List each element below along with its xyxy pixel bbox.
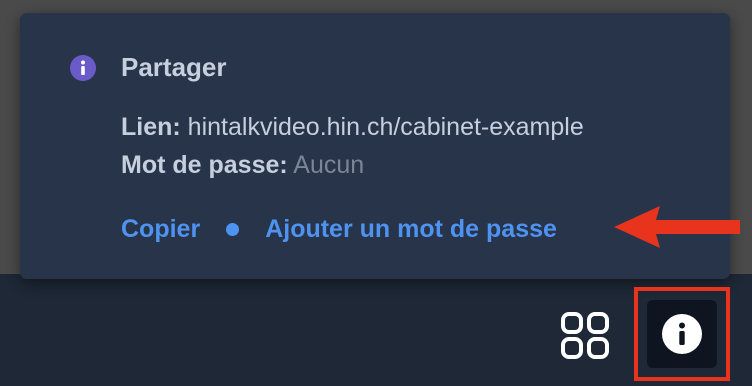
grid-view-icon [561,312,609,359]
info-button[interactable] [647,300,717,368]
grid-view-button[interactable] [560,312,612,360]
separator-dot [226,222,240,236]
password-label: Mot de passe: [121,151,288,179]
popup-actions: Copier Ajouter un mot de passe [121,212,557,246]
password-row: Mot de passe: Aucun [121,151,364,180]
info-button-highlight [634,287,730,381]
annotation-arrow [614,206,740,248]
link-label: Lien: [121,113,181,141]
popup-title: Partager [121,52,227,82]
link-value: hintalkvideo.hin.ch/cabinet-example [187,113,584,141]
copy-link[interactable]: Copier [121,215,200,244]
info-circle-icon [70,55,96,81]
password-value: Aucun [293,151,365,179]
add-password-link[interactable]: Ajouter un mot de passe [265,215,557,244]
info-circle-icon [662,314,702,354]
link-row: Lien: hintalkvideo.hin.ch/cabinet-exampl… [121,113,584,142]
